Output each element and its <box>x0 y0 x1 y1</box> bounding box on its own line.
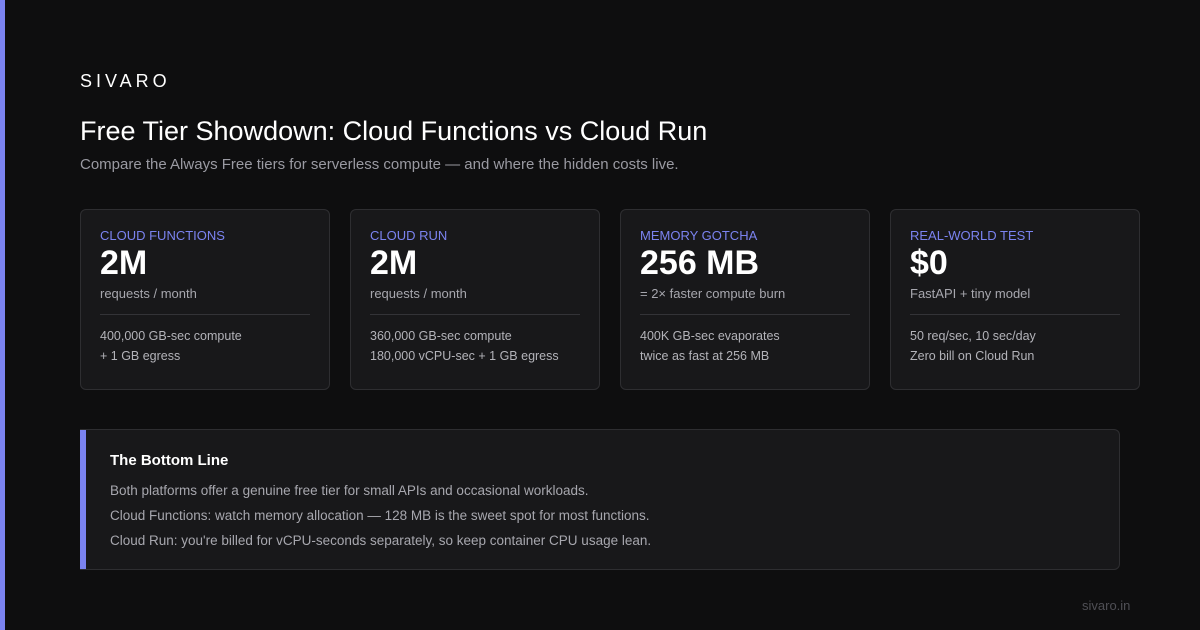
card-value: 2M <box>100 244 148 282</box>
card-label: CLOUD FUNCTIONS <box>100 228 225 243</box>
bottom-line-text: Both platforms offer a genuine free tier… <box>110 483 589 498</box>
card-detail-line: twice as fast at 256 MB <box>640 349 770 363</box>
card-unit: = 2× faster compute burn <box>640 286 786 301</box>
accent-bar <box>0 0 5 630</box>
page-title: Free Tier Showdown: Cloud Functions vs C… <box>80 116 708 146</box>
bottom-line-panel: The Bottom Line Both platforms offer a g… <box>80 429 1120 570</box>
page-subtitle: Compare the Always Free tiers for server… <box>80 156 679 173</box>
card-label: REAL-WORLD TEST <box>910 228 1034 243</box>
footer-domain: sivaro.in <box>1082 598 1131 613</box>
card-detail-line: + 1 GB egress <box>100 349 181 363</box>
card-label: CLOUD RUN <box>370 228 448 243</box>
card-unit: FastAPI + tiny model <box>910 286 1031 301</box>
card-value: 256 MB <box>640 244 760 282</box>
card-divider <box>640 314 850 315</box>
card-label: MEMORY GOTCHA <box>640 228 758 243</box>
card-value: $0 <box>910 244 948 282</box>
card-detail-line: 360,000 GB-sec compute <box>370 329 512 343</box>
card-unit: requests / month <box>370 286 467 301</box>
stat-cards: CLOUD FUNCTIONS 2M requests / month 400,… <box>80 209 1140 390</box>
card-divider <box>910 314 1120 315</box>
bottom-line-text: Cloud Functions: watch memory allocation… <box>110 508 650 523</box>
card-divider <box>370 314 580 315</box>
card-detail-line: 400K GB-sec evaporates <box>640 329 780 343</box>
bottom-line-accent <box>80 430 86 569</box>
card-detail-line: 180,000 vCPU-sec + 1 GB egress <box>370 349 559 363</box>
card-real-world-test: REAL-WORLD TEST $0 FastAPI + tiny model … <box>890 209 1140 390</box>
card-detail-line: Zero bill on Cloud Run <box>910 349 1035 363</box>
brand-logo: SIVARO <box>80 71 171 91</box>
card-cloud-functions: CLOUD FUNCTIONS 2M requests / month 400,… <box>80 209 330 390</box>
card-divider <box>100 314 310 315</box>
bottom-line-title: The Bottom Line <box>110 452 229 469</box>
card-value: 2M <box>370 244 418 282</box>
card-detail-line: 400,000 GB-sec compute <box>100 329 242 343</box>
card-unit: requests / month <box>100 286 197 301</box>
card-memory-gotcha: MEMORY GOTCHA 256 MB = 2× faster compute… <box>620 209 870 390</box>
card-detail-line: 50 req/sec, 10 sec/day <box>910 329 1036 343</box>
bottom-line-text: Cloud Run: you're billed for vCPU-second… <box>110 533 652 548</box>
card-cloud-run: CLOUD RUN 2M requests / month 360,000 GB… <box>350 209 600 390</box>
